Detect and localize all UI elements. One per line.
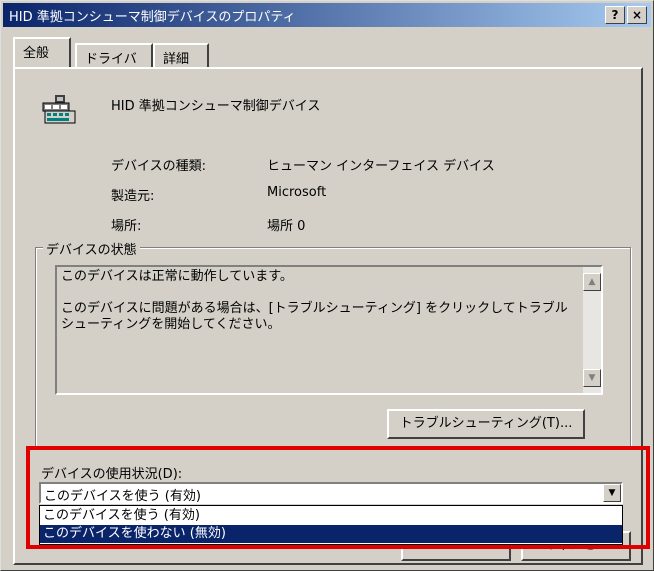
device-name: HID 準拠コンシューマ制御デバイス	[111, 99, 321, 114]
location-label: 場所:	[111, 219, 142, 234]
tab-general[interactable]: 全般	[13, 37, 71, 67]
status-scrollbar[interactable]: ▲ ▼	[583, 267, 601, 393]
manufacturer-value: Microsoft	[267, 185, 327, 200]
tab-label: 全般	[23, 46, 50, 61]
hid-device-icon	[42, 95, 76, 124]
tab-label: 詳細	[163, 52, 190, 67]
status-line-ok: このデバイスは正常に動作しています。	[61, 269, 293, 284]
device-type-label: デバイスの種類:	[111, 159, 206, 174]
manufacturer-label: 製造元:	[111, 189, 155, 204]
device-status-group-label: デバイスの状態	[43, 239, 140, 258]
tab-driver[interactable]: ドライバ	[75, 43, 153, 67]
location-value: 場所 0	[267, 219, 306, 234]
help-button[interactable]: ?	[605, 6, 625, 24]
window-title: HID 準拠コンシューマ制御デバイスのプロパティ	[9, 10, 296, 25]
annotation-highlight-box	[26, 446, 650, 549]
close-button[interactable]: ×	[627, 6, 647, 24]
status-textbox[interactable]: このデバイスは正常に動作しています。 このデバイスに問題がある場合は、[トラブル…	[55, 265, 603, 395]
troubleshoot-button[interactable]: トラブルシューティング(T)...	[387, 409, 585, 439]
tab-label: ドライバ	[85, 52, 137, 67]
status-line-help: このデバイスに問題がある場合は、[トラブルシューティング] をクリックしてトラブ…	[61, 301, 568, 332]
scroll-down-icon[interactable]: ▼	[583, 369, 601, 387]
device-type-value: ヒューマン インターフェイス デバイス	[267, 159, 495, 174]
scroll-up-icon[interactable]: ▲	[583, 273, 601, 291]
title-bar[interactable]: HID 準拠コンシューマ制御デバイスのプロパティ ? ×	[3, 3, 651, 27]
tab-details[interactable]: 詳細	[153, 43, 209, 67]
status-text: このデバイスは正常に動作しています。 このデバイスに問題がある場合は、[トラブル…	[61, 269, 571, 349]
